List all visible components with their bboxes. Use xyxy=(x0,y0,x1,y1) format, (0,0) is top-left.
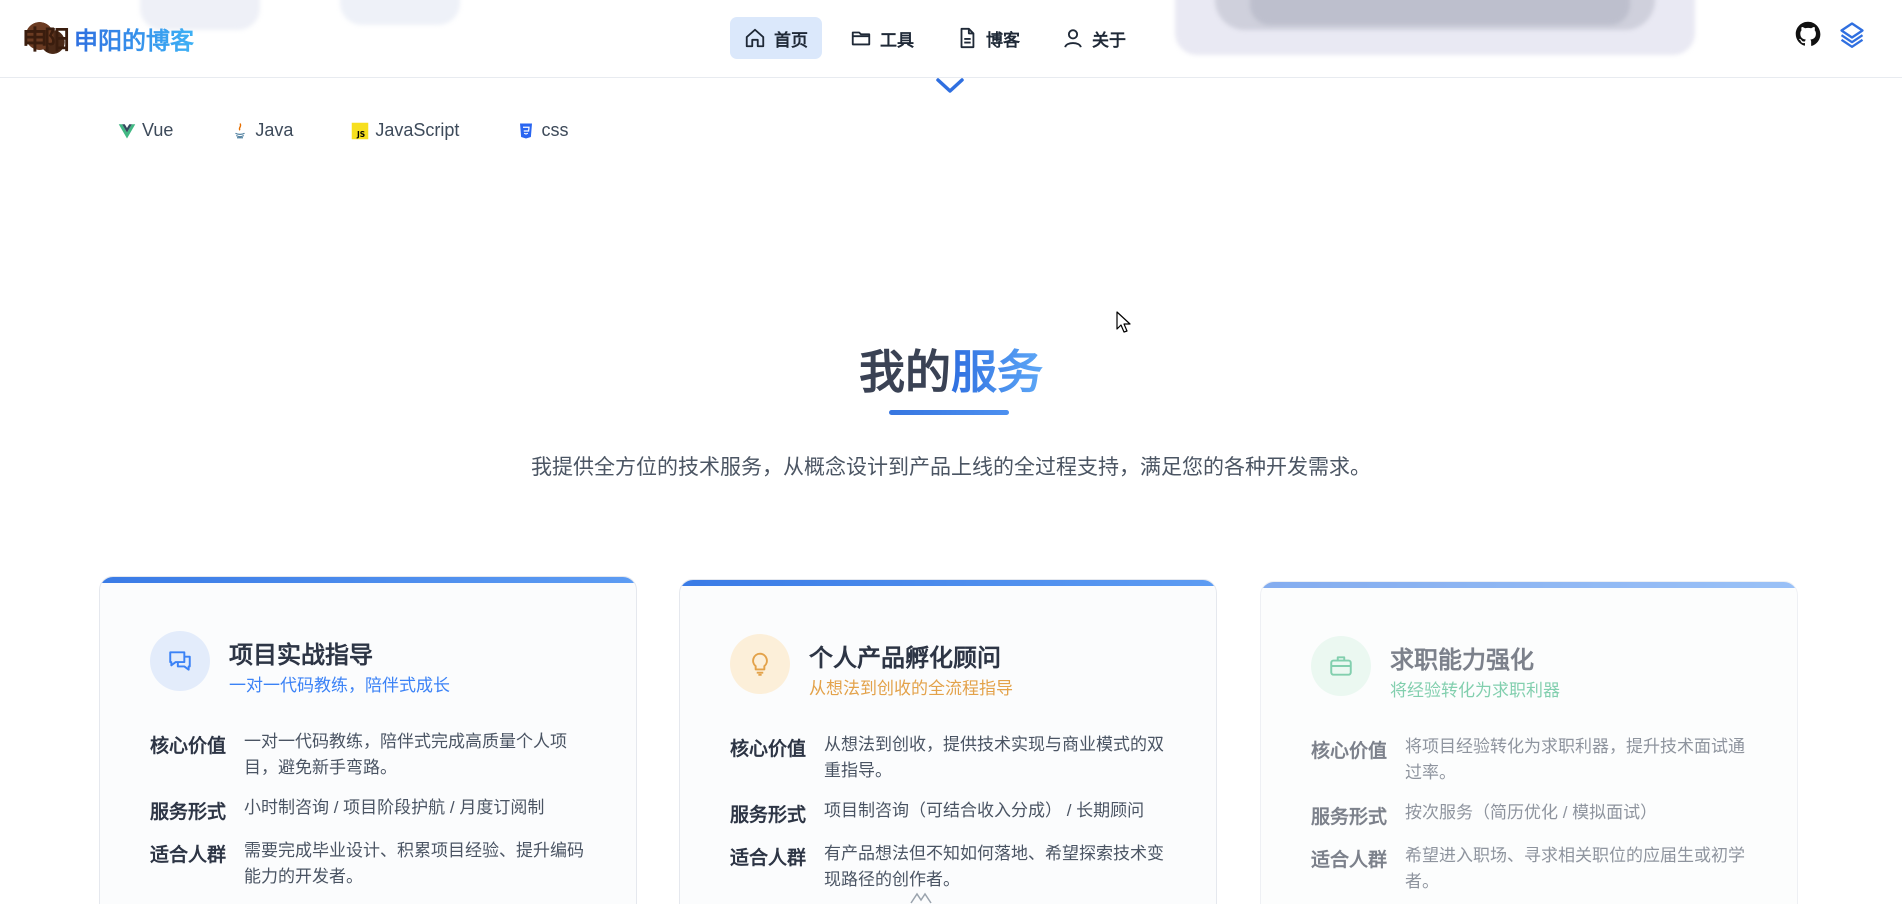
card-subtitle: 一对一代码教练，陪伴式成长 xyxy=(229,676,450,695)
mouse-cursor-icon xyxy=(1116,311,1131,333)
tag-label: Vue xyxy=(142,120,174,140)
nav-item-label: 工具 xyxy=(880,30,914,50)
nav-item-home[interactable]: 首页 xyxy=(730,17,822,59)
detail-key: 服务形式 xyxy=(730,805,807,826)
detail-value: 小时制咨询 / 项目阶段护航 / 月度订阅制 xyxy=(244,798,545,817)
tag-label: Java xyxy=(255,120,294,140)
card-details: 核心价值 从想法到创收，提供技术实现与商业模式的双重指导。 服务形式 项目制咨询（可… xyxy=(730,732,1170,904)
service-card[interactable]: 个人产品孵化顾问 从想法到创收的全流程指导 核心价值 从想法到创收，提供技术实现与… xyxy=(679,579,1217,904)
chevron-down-icon[interactable] xyxy=(935,76,965,96)
tag-javascript: JS JavaScript xyxy=(351,120,459,141)
site-header: 申阳 申阳的博客 首页 工具 博客 关于 xyxy=(0,0,1902,78)
card-accent-bar xyxy=(1261,582,1797,588)
briefcase-icon xyxy=(1330,656,1352,676)
card-icon xyxy=(1311,636,1371,696)
detail-row: 服务形式 项目制咨询（可结合收入分成） / 长期顾问 xyxy=(730,798,1170,827)
detail-row: 适合人群 需要完成毕业设计、积累项目经验、提升编码能力的开发者。 xyxy=(150,838,590,890)
css-icon xyxy=(520,123,533,138)
user-icon xyxy=(1064,29,1082,48)
detail-key: 核心价值 xyxy=(730,739,807,760)
detail-value: 从想法到创收，提供技术实现与商业模式的双重指导。 xyxy=(824,735,1164,780)
github-icon xyxy=(1795,21,1821,46)
tag-css: css xyxy=(517,120,568,141)
tech-tags: Vue Java JS JavaScript css xyxy=(118,120,626,141)
detail-row: 服务形式 小时制咨询 / 项目阶段护航 / 月度订阅制 xyxy=(150,795,590,824)
nav-item-label: 关于 xyxy=(1092,30,1126,50)
card-subtitle: 从想法到创收的全流程指导 xyxy=(809,679,1013,698)
detail-value: 需要完成毕业设计、积累项目经验、提升编码能力的开发者。 xyxy=(244,841,584,886)
card-icon xyxy=(730,634,790,694)
nav-item-about[interactable]: 关于 xyxy=(1048,17,1140,59)
folder-icon xyxy=(851,31,871,46)
title-underline xyxy=(889,410,1009,415)
card-accent-bar xyxy=(680,580,1216,586)
logo-mark: 申阳 xyxy=(22,18,70,58)
detail-key: 服务形式 xyxy=(1311,807,1388,828)
detail-row: 核心价值 一对一代码教练，陪伴式完成高质量个人项目，避免新手弯路。 xyxy=(150,729,590,781)
card-title: 个人产品孵化顾问 xyxy=(809,645,1001,672)
chat-icon xyxy=(169,651,191,671)
nav-item-label: 博客 xyxy=(986,30,1020,50)
github-link[interactable] xyxy=(1794,20,1822,52)
detail-key: 适合人群 xyxy=(730,848,807,869)
scroll-up-icon[interactable] xyxy=(909,892,933,904)
detail-key: 服务形式 xyxy=(150,802,227,823)
detail-value: 将项目经验转化为求职利器，提升技术面试通过率。 xyxy=(1405,737,1745,782)
card-accent-bar xyxy=(100,577,636,583)
detail-key: 适合人群 xyxy=(1311,850,1388,871)
svg-text:JS: JS xyxy=(356,130,365,139)
detail-value: 有产品想法但不知如何落地、希望探索技术变现路径的创作者。 xyxy=(824,844,1164,889)
site-name: 申阳的博客 xyxy=(74,21,194,56)
detail-value: 项目制咨询（可结合收入分成） / 长期顾问 xyxy=(824,801,1145,820)
card-icon xyxy=(150,631,210,691)
lightbulb-icon xyxy=(752,652,768,676)
card-subtitle: 将经验转化为求职利器 xyxy=(1390,681,1560,700)
card-title: 求职能力强化 xyxy=(1390,647,1534,674)
detail-row: 核心价值 将项目经验转化为求职利器，提升技术面试通过率。 xyxy=(1311,734,1751,786)
service-card[interactable]: 求职能力强化 将经验转化为求职利器 核心价值 将项目经验转化为求职利器，提升技术面… xyxy=(1260,581,1798,904)
site-logo-link[interactable]: 申阳 申阳的博客 xyxy=(22,18,194,58)
detail-value: 希望进入职场、寻求相关职位的应届生或初学者。 xyxy=(1405,846,1745,891)
document-icon xyxy=(960,27,975,49)
vue-icon xyxy=(118,123,136,138)
detail-key: 核心价值 xyxy=(1311,741,1388,762)
detail-value: 按次服务（简历优化 / 模拟面试） xyxy=(1405,803,1658,822)
tag-java: Java xyxy=(231,120,293,141)
layers-link[interactable] xyxy=(1838,20,1866,52)
detail-row: 适合人群 有产品想法但不知如何落地、希望探索技术变现路径的创作者。 xyxy=(730,841,1170,893)
section-title-plain: 我的 xyxy=(859,346,951,398)
background-decoration xyxy=(1250,0,1630,25)
detail-row: 核心价值 从想法到创收，提供技术实现与商业模式的双重指导。 xyxy=(730,732,1170,784)
nav-item-label: 首页 xyxy=(774,30,808,50)
section-title: 我的服务 xyxy=(0,336,1902,402)
main-nav: 首页 工具 博客 关于 xyxy=(730,17,1140,59)
card-details: 核心价值 一对一代码教练，陪伴式完成高质量个人项目，避免新手弯路。 服务形式 小时制… xyxy=(150,729,590,904)
header-actions xyxy=(1794,20,1866,52)
detail-row: 服务形式 按次服务（简历优化 / 模拟面试） xyxy=(1311,800,1751,829)
detail-row: 适合人群 希望进入职场、寻求相关职位的应届生或初学者。 xyxy=(1311,843,1751,895)
tag-label: css xyxy=(541,120,569,140)
layers-icon xyxy=(1840,22,1864,48)
section-subtitle: 我提供全方位的技术服务，从概念设计到产品上线的全过程支持，满足您的各种开发需求。 xyxy=(531,456,1371,479)
detail-key: 核心价值 xyxy=(150,736,227,757)
section-title-highlight: 服务 xyxy=(951,346,1043,398)
detail-value: 一对一代码教练，陪伴式完成高质量个人项目，避免新手弯路。 xyxy=(244,732,567,777)
home-icon xyxy=(745,28,765,48)
javascript-icon: JS xyxy=(352,122,369,139)
java-icon xyxy=(235,122,246,138)
detail-key: 适合人群 xyxy=(150,845,227,866)
nav-item-tools[interactable]: 工具 xyxy=(836,17,928,59)
nav-item-blog[interactable]: 博客 xyxy=(942,17,1034,59)
service-card[interactable]: 项目实战指导 一对一代码教练，陪伴式成长 核心价值 一对一代码教练，陪伴式完成高质… xyxy=(99,576,637,904)
tag-vue: Vue xyxy=(118,120,173,141)
tag-label: JavaScript xyxy=(375,120,460,140)
card-details: 核心价值 将项目经验转化为求职利器，提升技术面试通过率。 服务形式 按次服务（简历优… xyxy=(1311,734,1751,904)
background-decoration xyxy=(340,0,460,25)
card-title: 项目实战指导 xyxy=(229,642,373,669)
